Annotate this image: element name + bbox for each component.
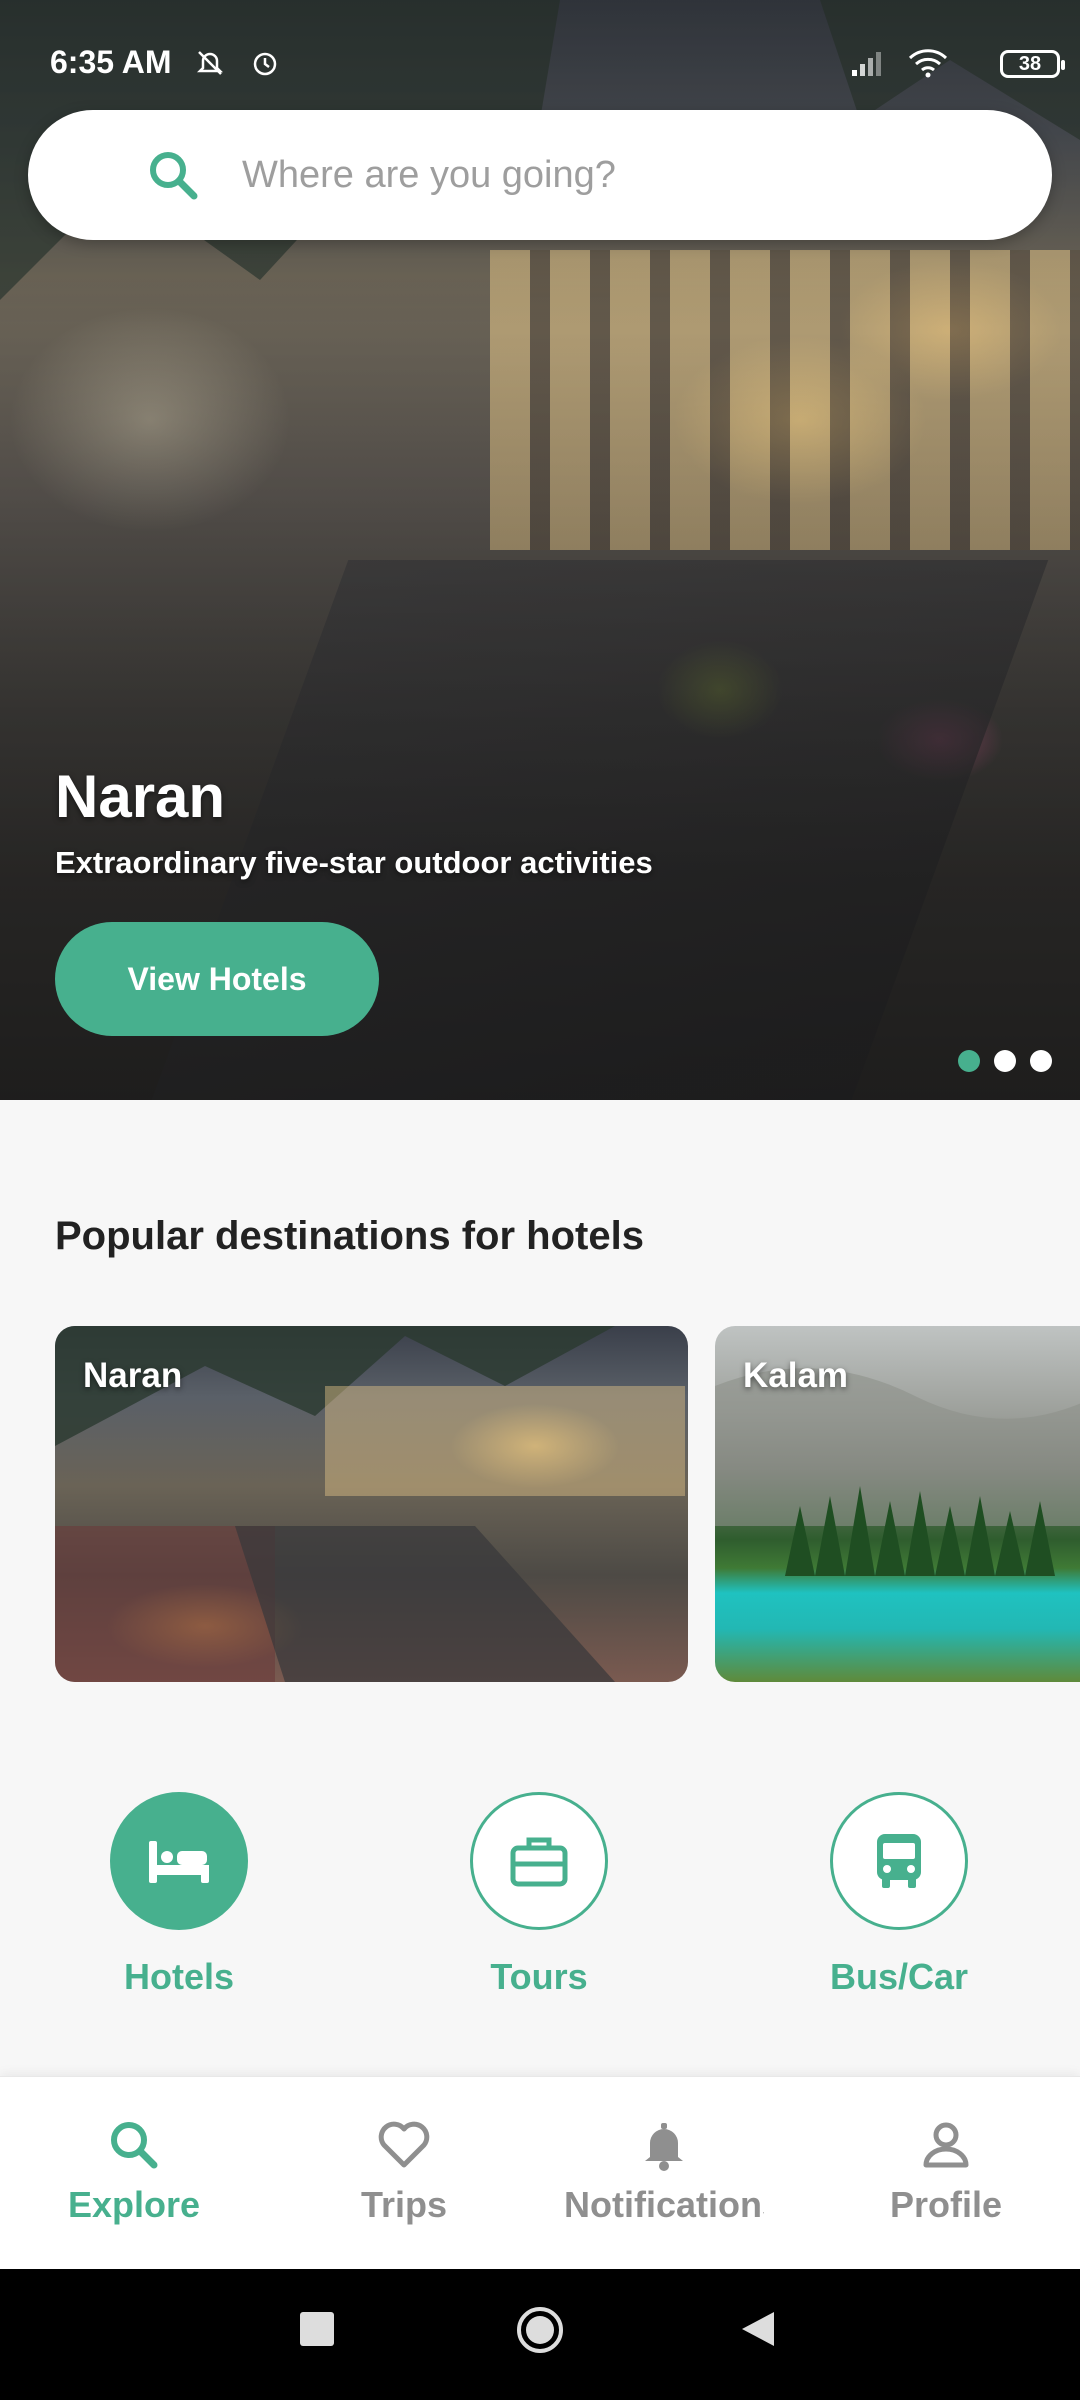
category-label: Hotels <box>123 1956 235 1997</box>
battery-icon: 38 <box>1000 50 1065 78</box>
nav-trips[interactable]: Trips <box>294 2117 514 2226</box>
status-time: 6:35 AM <box>50 44 172 80</box>
bottom-navigation: Explore Trips Notifications Profile <box>0 2076 1080 2269</box>
bus-icon <box>877 1834 921 1888</box>
category-hotels[interactable]: Hotels <box>79 1792 279 1998</box>
destination-card-kalam[interactable]: Kalam <box>715 1326 1080 1682</box>
briefcase-icon <box>510 1837 568 1887</box>
carousel-indicator <box>958 1050 1052 1072</box>
wifi-icon <box>908 49 948 78</box>
nav-label: Explore <box>67 2184 201 2225</box>
hero-subtitle: Extraordinary five-star outdoor activiti… <box>55 845 653 880</box>
person-icon <box>923 2122 969 2168</box>
search-bar[interactable] <box>28 110 1052 240</box>
destination-card-naran[interactable]: Naran <box>55 1326 688 1682</box>
carousel-dot-1[interactable] <box>958 1050 980 1072</box>
mute-icon <box>196 51 224 75</box>
back-icon[interactable] <box>738 2309 778 2349</box>
view-hotels-button[interactable]: View Hotels <box>55 922 379 1036</box>
status-bar: 6:35 AM 38 <box>0 0 1080 110</box>
home-icon[interactable] <box>515 2305 565 2355</box>
destination-label: Kalam <box>743 1356 849 1395</box>
system-navigation-bar <box>0 2269 1080 2400</box>
signal-icon <box>852 52 881 76</box>
heart-icon <box>378 2121 430 2168</box>
alarm-icon <box>253 52 277 76</box>
search-icon <box>150 152 198 200</box>
nav-notifications[interactable]: Notifications <box>564 2117 764 2226</box>
hero-title: Naran <box>55 763 226 830</box>
nav-explore[interactable]: Explore <box>24 2117 244 2226</box>
popular-section-title: Popular destinations for hotels <box>55 1214 644 1258</box>
category-bus-car[interactable]: Bus/Car <box>799 1792 999 1998</box>
category-tours[interactable]: Tours <box>439 1792 639 1998</box>
search-input[interactable] <box>242 140 1002 210</box>
search-icon <box>111 2122 158 2169</box>
destination-label: Naran <box>83 1356 183 1395</box>
category-label: Tours <box>490 1956 588 1997</box>
category-label: Bus/Car <box>829 1956 969 1997</box>
carousel-dot-3[interactable] <box>1030 1050 1052 1072</box>
bell-icon <box>645 2123 683 2171</box>
nav-label: Trips <box>360 2184 448 2225</box>
nav-profile[interactable]: Profile <box>836 2117 1056 2226</box>
bed-icon <box>149 1841 209 1883</box>
nav-label: Notifications <box>564 2184 764 2225</box>
recent-apps-icon[interactable] <box>297 2309 337 2349</box>
carousel-dot-2[interactable] <box>994 1050 1016 1072</box>
nav-label: Profile <box>889 2184 1003 2225</box>
